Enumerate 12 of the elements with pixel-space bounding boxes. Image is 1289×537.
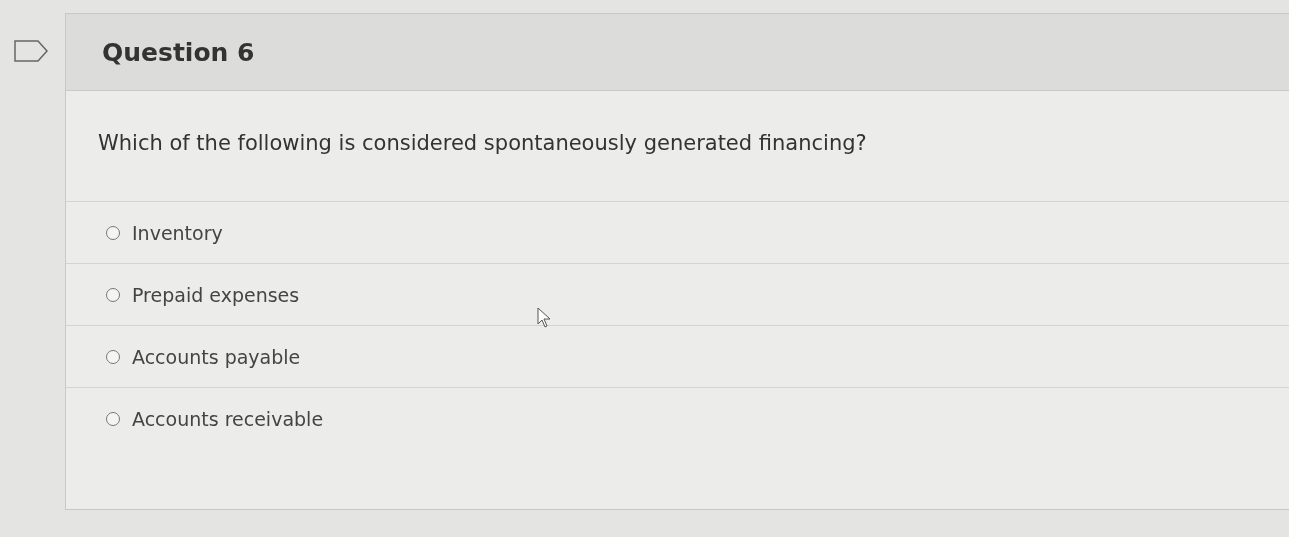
bookmark-icon[interactable] — [14, 40, 48, 62]
answer-option[interactable]: Inventory — [66, 202, 1289, 264]
question-text: Which of the following is considered spontaneously generated financing? — [98, 131, 868, 155]
answer-option[interactable]: Prepaid expenses — [66, 264, 1289, 326]
answer-option[interactable]: Accounts payable — [66, 326, 1289, 388]
radio-button[interactable] — [106, 349, 120, 364]
radio-button[interactable] — [106, 225, 120, 240]
question-title: Question 6 — [102, 37, 255, 67]
answer-option[interactable]: Accounts receivable — [66, 388, 1289, 449]
radio-button[interactable] — [106, 411, 120, 426]
radio-button[interactable] — [106, 287, 120, 302]
cursor-icon — [537, 307, 553, 329]
